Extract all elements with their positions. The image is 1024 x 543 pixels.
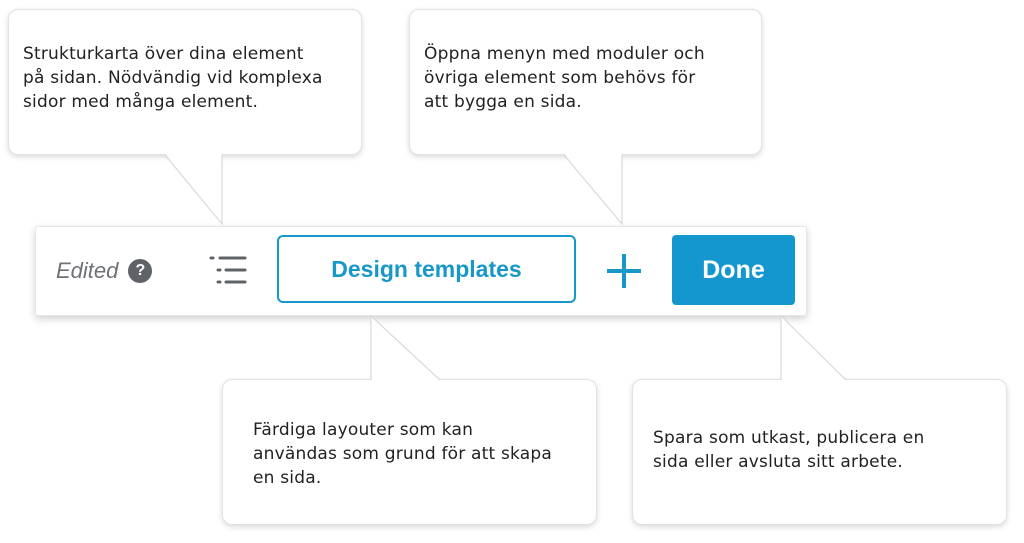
- list-icon[interactable]: [208, 254, 248, 288]
- help-icon[interactable]: ?: [128, 259, 153, 283]
- edit-status-label: Edited: [56, 258, 119, 283]
- edit-status: Edited ?: [56, 257, 153, 285]
- callout-done: Spara som utkast, publicera en sida elle…: [632, 379, 1007, 525]
- editor-toolbar: Edited ? Design templates Done: [35, 226, 807, 316]
- plus-icon[interactable]: [606, 253, 642, 289]
- done-button[interactable]: Done: [672, 235, 795, 305]
- callout-structure-map: Strukturkarta över dina element på sidan…: [8, 9, 362, 155]
- callout-modules-menu: Öppna menyn med moduler och övriga eleme…: [409, 9, 762, 155]
- design-templates-button[interactable]: Design templates: [277, 235, 576, 303]
- callout-design-templates: Färdiga layouter som kan användas som gr…: [222, 379, 597, 525]
